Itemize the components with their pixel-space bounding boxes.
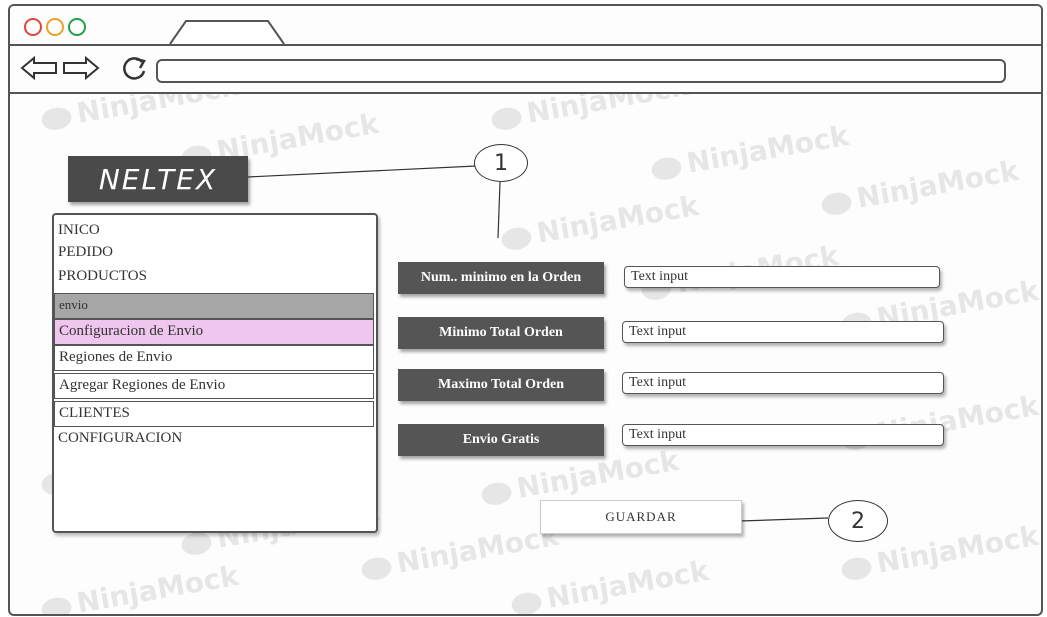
annotation-callout-2: 2 <box>828 500 888 542</box>
field-label-num-minimo-orden: Num.. minimo en la Orden <box>398 262 604 294</box>
menu-item-agregar-regiones-de-envio[interactable]: Agregar Regiones de Envio <box>54 373 374 399</box>
field-label-maximo-total-orden: Maximo Total Orden <box>398 369 604 401</box>
sidebar-menu: INICO PEDIDO PRODUCTOS envio Configuraci… <box>52 213 378 533</box>
menu-item-productos[interactable]: PRODUCTOS <box>54 267 374 285</box>
num-minimo-orden-input[interactable]: Text input <box>624 266 940 288</box>
menu-item-configuracion-de-envio[interactable]: Configuracion de Envio <box>54 319 374 345</box>
annotation-callout-1: 1 <box>474 144 528 182</box>
menu-item-clientes[interactable]: CLIENTES <box>54 401 374 427</box>
field-label-minimo-total-orden: Minimo Total Orden <box>398 317 604 349</box>
envio-gratis-input[interactable]: Text input <box>622 424 944 446</box>
menu-item-pedido[interactable]: PEDIDO <box>54 243 374 261</box>
menu-item-envio[interactable]: envio <box>54 293 374 319</box>
menu-item-inico[interactable]: INICO <box>54 221 374 239</box>
menu-item-configuracion[interactable]: CONFIGURACION <box>54 429 374 447</box>
browser-window: NinjaMock NinjaMock NinjaMock NinjaMock … <box>8 4 1043 616</box>
guardar-button[interactable]: GUARDAR <box>540 500 742 534</box>
minimo-total-orden-input[interactable]: Text input <box>622 321 944 343</box>
menu-item-regiones-de-envio[interactable]: Regiones de Envio <box>54 345 374 371</box>
maximo-total-orden-input[interactable]: Text input <box>622 372 944 394</box>
field-label-envio-gratis: Envio Gratis <box>398 424 604 456</box>
